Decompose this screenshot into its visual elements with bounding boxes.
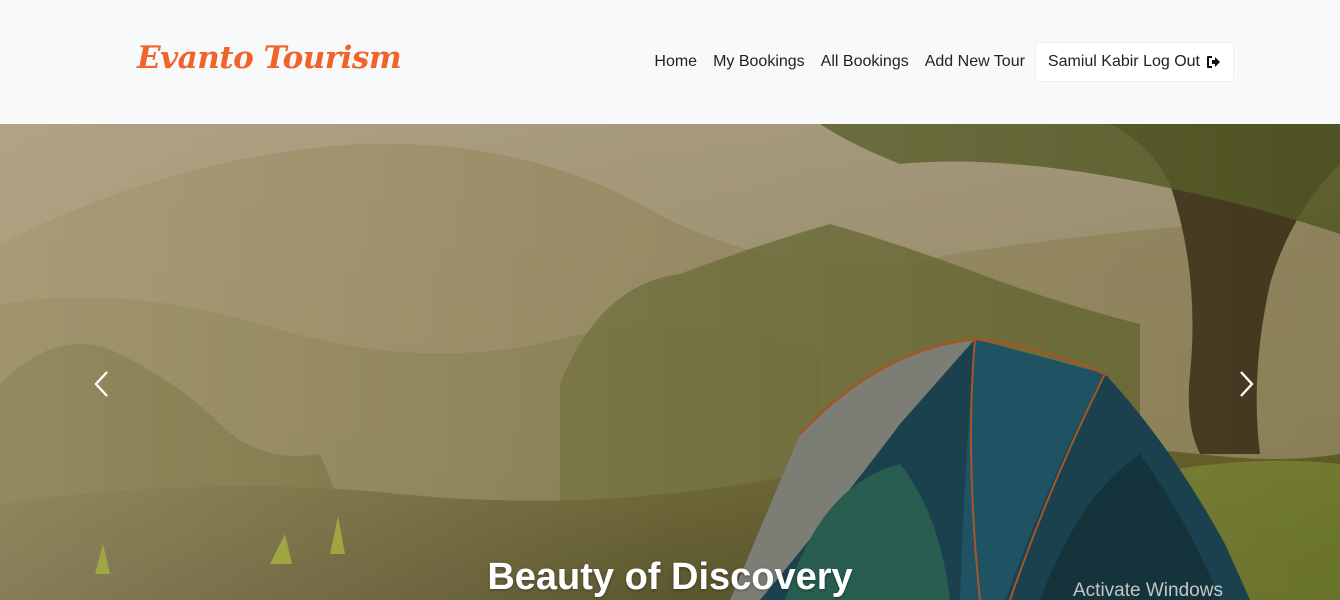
logout-button[interactable]: Samiul Kabir Log Out [1034, 42, 1234, 82]
nav-all-bookings-link[interactable]: All Bookings [813, 53, 917, 71]
nav-my-bookings-link[interactable]: My Bookings [705, 53, 813, 71]
carousel-prev-button[interactable] [86, 371, 116, 401]
nav-home-link[interactable]: Home [646, 53, 705, 71]
logout-button-label: Samiul Kabir Log Out [1047, 53, 1200, 70]
hero-carousel: Beauty of Discovery Activate Windows [0, 124, 1340, 600]
sign-out-icon [1206, 55, 1221, 69]
main-nav: Home My Bookings All Bookings Add New To… [646, 42, 1234, 82]
brand-logo[interactable]: Evanto Tourism [137, 40, 402, 76]
carousel-next-button[interactable] [1232, 371, 1262, 401]
nav-add-new-tour-link[interactable]: Add New Tour [917, 53, 1033, 71]
chevron-left-icon [93, 370, 109, 402]
hero-background-image [0, 124, 1340, 600]
navbar: Evanto Tourism Home My Bookings All Book… [0, 0, 1340, 124]
activate-windows-watermark: Activate Windows [1073, 580, 1223, 600]
chevron-right-icon [1239, 370, 1255, 402]
